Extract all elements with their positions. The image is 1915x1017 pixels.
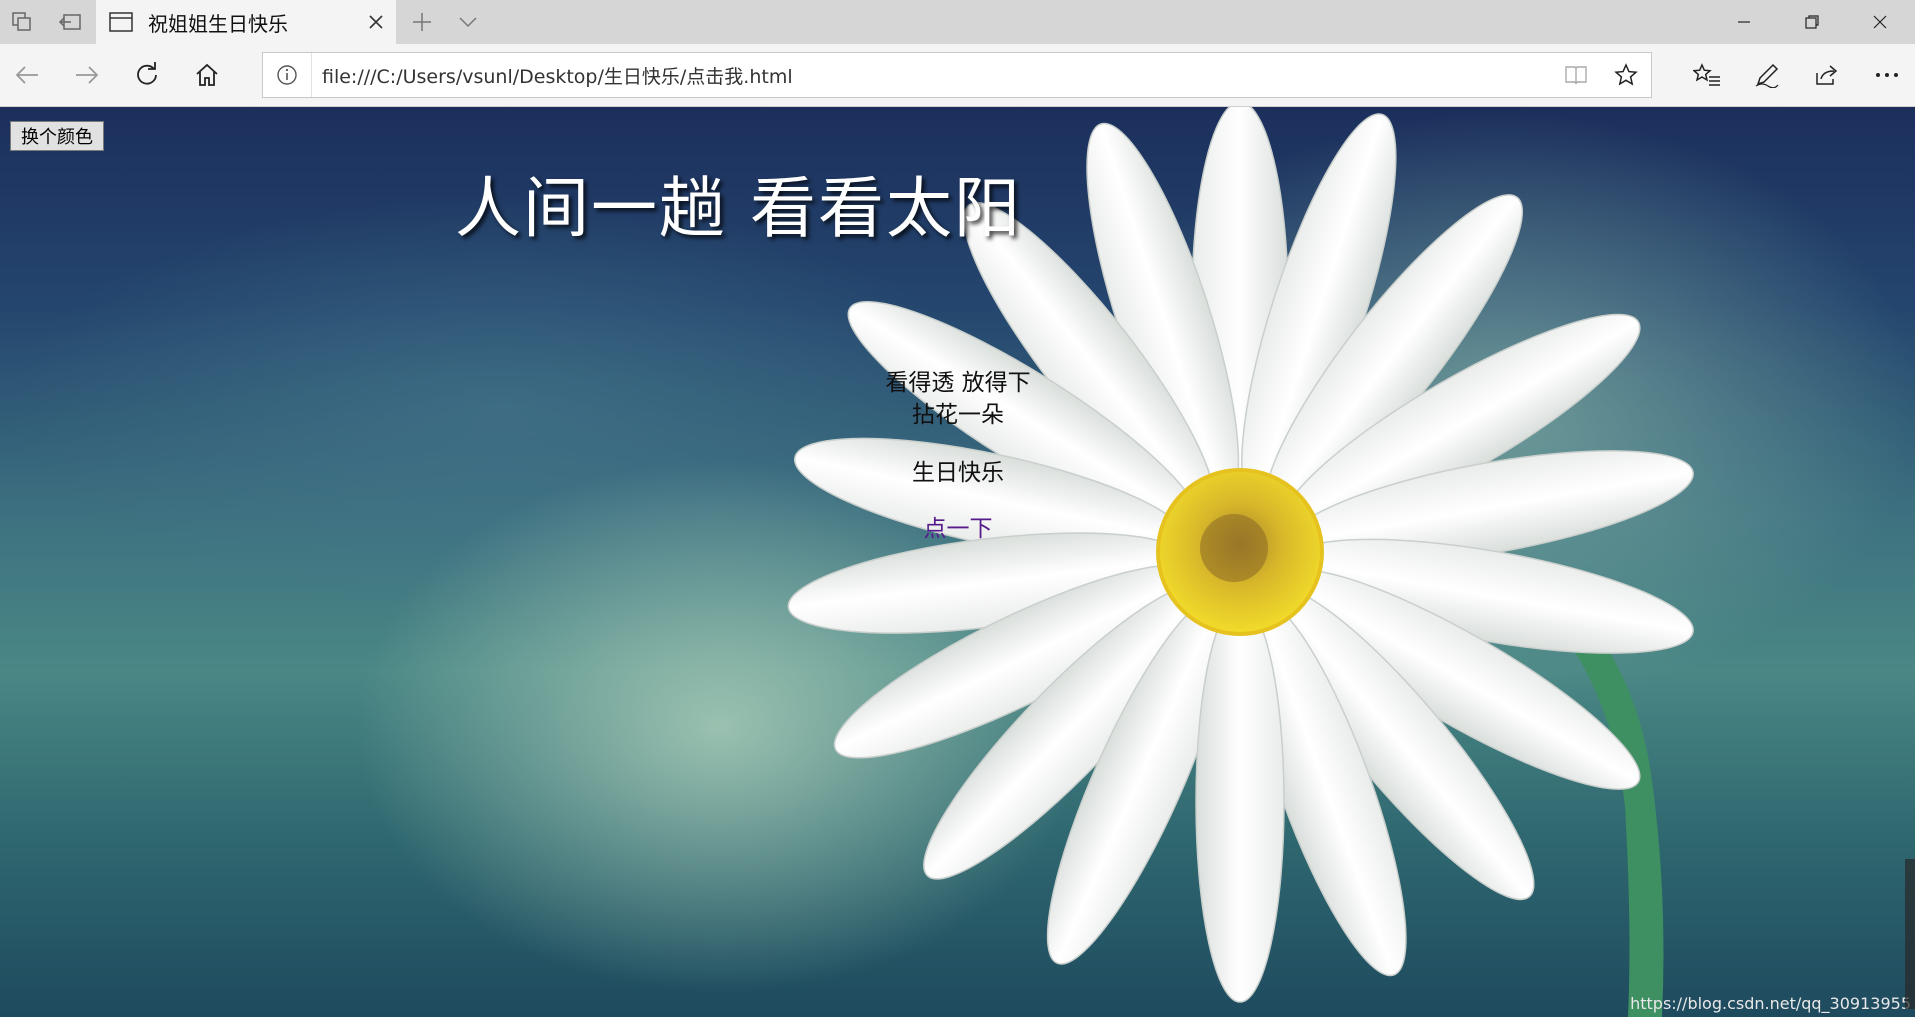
active-tab[interactable]: 祝姐姐生日快乐 xyxy=(96,0,396,44)
chevron-down-icon[interactable] xyxy=(448,0,488,44)
watermark-url: https://blog.csdn.net/qq_30913955 xyxy=(1630,994,1911,1013)
more-icon[interactable] xyxy=(1864,52,1910,98)
close-tab-icon[interactable] xyxy=(356,0,396,44)
restore-icon[interactable] xyxy=(1778,0,1846,44)
change-color-button[interactable]: 换个颜色 xyxy=(10,121,104,151)
close-window-icon[interactable] xyxy=(1846,0,1914,44)
reading-view-icon[interactable] xyxy=(1551,53,1601,97)
address-bar[interactable]: file:///C:/Users/vsunl/Desktop/生日快乐/点击我.… xyxy=(262,52,1652,98)
page-headline: 人间一趟 看看太阳 xyxy=(455,170,1022,247)
minimize-icon[interactable] xyxy=(1710,0,1778,44)
tab-actions-icon[interactable] xyxy=(0,0,44,44)
pen-icon[interactable] xyxy=(1744,52,1790,98)
navigation-bar: file:///C:/Users/vsunl/Desktop/生日快乐/点击我.… xyxy=(0,44,1915,107)
tab-title: 祝姐姐生日快乐 xyxy=(148,11,288,36)
url-text[interactable]: file:///C:/Users/vsunl/Desktop/生日快乐/点击我.… xyxy=(322,62,1551,89)
refresh-icon[interactable] xyxy=(124,52,170,98)
favorite-star-icon[interactable] xyxy=(1601,53,1651,97)
favorites-list-icon[interactable] xyxy=(1684,52,1730,98)
set-tabs-aside-icon[interactable] xyxy=(48,0,92,44)
home-icon[interactable] xyxy=(184,52,230,98)
forward-icon[interactable] xyxy=(64,52,110,98)
info-icon[interactable] xyxy=(263,53,312,97)
new-tab-icon[interactable] xyxy=(402,0,442,44)
click-me-link[interactable]: 点一下 xyxy=(860,509,1056,543)
verse-line-1: 看得透 放得下 xyxy=(885,370,1031,396)
scrollbar[interactable] xyxy=(1905,859,1915,1009)
title-bar: 祝姐姐生日快乐 xyxy=(0,0,1915,44)
page-viewport: 换个颜色 人间一趟 看看太阳 看得透 放得下 拈花一朵 生日快乐 点一下 htt… xyxy=(0,107,1915,1017)
verse-line-2: 拈花一朵 xyxy=(912,402,1004,428)
page-icon xyxy=(108,10,134,34)
share-icon[interactable] xyxy=(1804,52,1850,98)
back-icon[interactable] xyxy=(4,52,50,98)
verse-line-3: 生日快乐 xyxy=(912,460,1004,486)
